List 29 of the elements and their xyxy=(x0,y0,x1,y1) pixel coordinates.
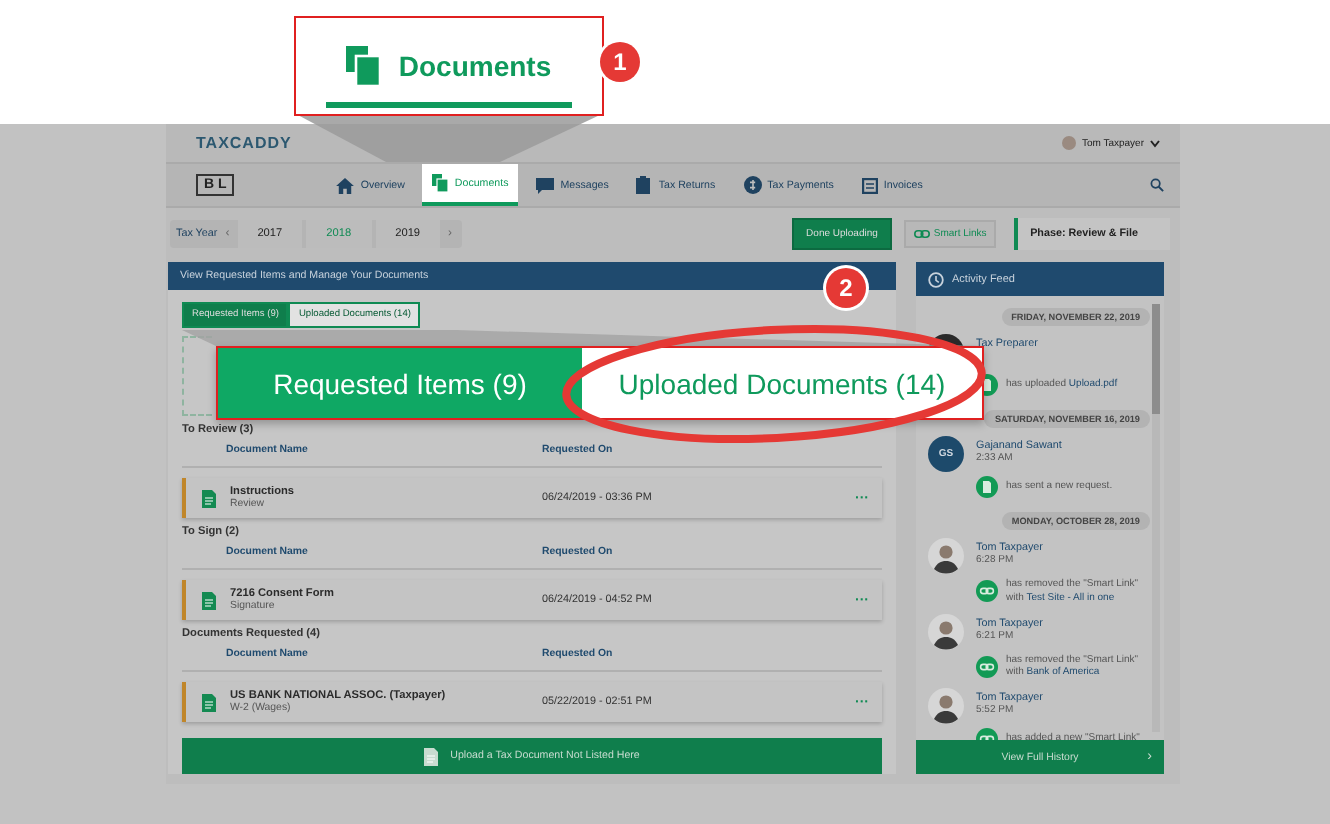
step-badge: 2 xyxy=(826,268,866,308)
tab[interactable]: Uploaded Documents (14) xyxy=(582,348,982,418)
tab[interactable]: Requested Items (9) xyxy=(218,348,582,418)
callout-label: Documents xyxy=(398,50,552,82)
document-icon xyxy=(976,476,998,498)
document-icon xyxy=(201,591,215,609)
link-icon xyxy=(913,230,930,238)
clipboard-icon xyxy=(636,176,653,194)
app-logo: TAXCADDY xyxy=(196,134,292,152)
caret-icon xyxy=(1150,139,1160,147)
chat-icon xyxy=(536,177,555,193)
document-icon xyxy=(201,489,215,507)
avatar-icon xyxy=(928,688,964,724)
clock-icon xyxy=(928,271,944,287)
document-icon xyxy=(201,693,215,711)
invoice-icon xyxy=(861,177,878,193)
avatar-icon xyxy=(928,538,964,574)
documents-icon xyxy=(346,46,383,86)
scrollbar[interactable] xyxy=(1152,304,1160,732)
coin-icon xyxy=(743,176,762,194)
link-icon xyxy=(976,580,998,603)
home-icon xyxy=(336,177,355,193)
avatar-icon xyxy=(1061,136,1076,150)
step-badge: 1 xyxy=(600,42,640,82)
avatar-icon xyxy=(928,613,964,649)
link-icon xyxy=(976,655,998,678)
documents-icon xyxy=(432,174,449,192)
document-icon xyxy=(424,747,439,765)
search-icon xyxy=(1150,178,1164,192)
